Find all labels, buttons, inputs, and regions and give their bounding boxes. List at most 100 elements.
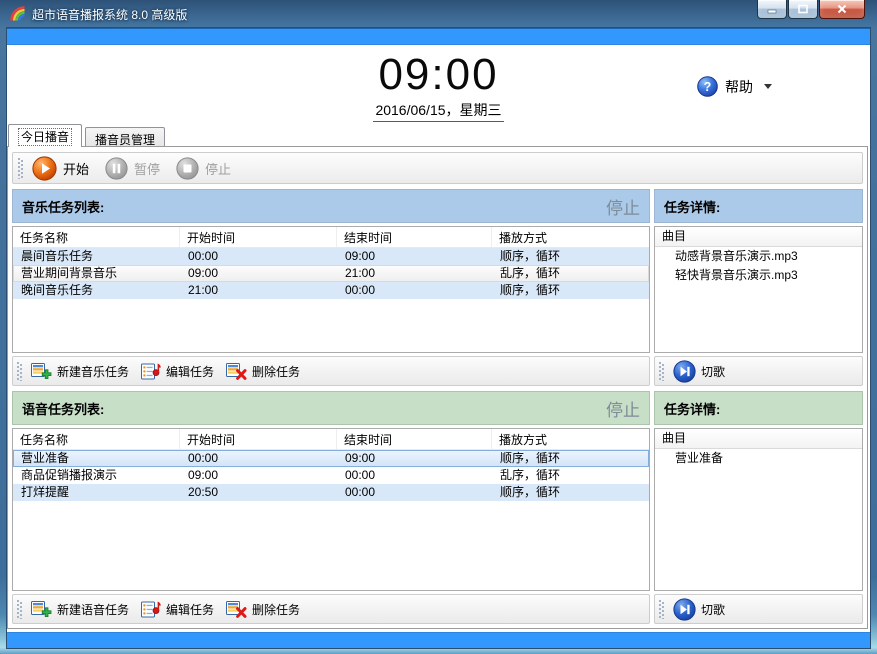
stop-label: 停止 bbox=[205, 159, 231, 178]
help-icon: ? bbox=[697, 76, 718, 97]
music-task-section: 音乐任务列表: 停止 任务名称 开始时间 结束时间 播放方式 晨间音乐 bbox=[12, 189, 863, 386]
track-item[interactable]: 营业准备 bbox=[655, 449, 862, 468]
toolbar-grip bbox=[17, 599, 22, 619]
music-skip-song-button[interactable]: 切歌 bbox=[670, 358, 731, 385]
pause-label: 暂停 bbox=[134, 159, 160, 178]
column-header-play-mode[interactable]: 播放方式 bbox=[492, 227, 649, 247]
track-item[interactable]: 轻快背景音乐演示.mp3 bbox=[655, 266, 862, 285]
cell-end-time: 09:00 bbox=[338, 249, 493, 264]
music-skip-button-bar: 切歌 bbox=[654, 356, 863, 386]
cell-end-time: 21:00 bbox=[338, 266, 493, 281]
cell-start-time: 00:00 bbox=[181, 451, 338, 466]
transport-toolbar: 开始 暂停 bbox=[12, 152, 863, 184]
date-display: 2016/06/15，星期三 bbox=[373, 100, 503, 122]
today-broadcast-page: 开始 暂停 bbox=[7, 146, 868, 629]
stop-icon bbox=[176, 157, 199, 180]
cell-start-time: 09:00 bbox=[181, 266, 338, 281]
music-track-list: 曲目 动感背景音乐演示.mp3 轻快背景音乐演示.mp3 bbox=[654, 226, 863, 353]
tab-label: 今日播音 bbox=[18, 128, 72, 146]
cell-start-time: 21:00 bbox=[181, 283, 338, 298]
titlebar[interactable]: 超市语音播报系统 8.0 高级版 bbox=[0, 0, 877, 28]
edit-voice-task-button[interactable]: 编辑任务 bbox=[138, 598, 220, 621]
start-button[interactable]: 开始 bbox=[28, 154, 99, 183]
cell-play-mode: 乱序，循环 bbox=[493, 468, 648, 483]
tab-announcer-management[interactable]: 播音员管理 bbox=[85, 127, 165, 147]
maximize-button[interactable] bbox=[788, 0, 818, 19]
voice-table-row[interactable]: 商品促销播报演示 09:00 00:00 乱序，循环 bbox=[13, 467, 649, 484]
delete-voice-task-label: 删除任务 bbox=[252, 601, 300, 618]
voice-skip-button-bar: 切歌 bbox=[654, 594, 863, 624]
pause-icon bbox=[105, 157, 128, 180]
toolbar-grip bbox=[659, 361, 664, 381]
start-play-icon bbox=[32, 156, 57, 181]
track-column-header[interactable]: 曲目 bbox=[655, 227, 862, 247]
cell-end-time: 09:00 bbox=[338, 451, 493, 466]
cell-task-name: 营业准备 bbox=[14, 451, 181, 466]
voice-table-row-selected[interactable]: 营业准备 00:00 09:00 顺序，循环 bbox=[13, 450, 649, 467]
music-table-row[interactable]: 晚间音乐任务 21:00 00:00 顺序，循环 bbox=[13, 282, 649, 299]
music-task-table: 任务名称 开始时间 结束时间 播放方式 晨间音乐任务 00:00 09:00 顺… bbox=[12, 226, 650, 353]
top-accent-bar bbox=[7, 28, 870, 45]
music-task-details-panel: 任务详情: 曲目 动感背景音乐演示.mp3 轻快背景音乐演示.mp3 bbox=[654, 189, 863, 386]
new-music-task-button[interactable]: 新建音乐任务 bbox=[28, 360, 135, 383]
cell-play-mode: 顺序，循环 bbox=[493, 451, 648, 466]
minimize-button[interactable] bbox=[757, 0, 787, 19]
cell-start-time: 00:00 bbox=[181, 249, 338, 264]
voice-skip-song-button[interactable]: 切歌 bbox=[670, 596, 731, 623]
voice-table-row[interactable]: 打烊提醒 20:50 00:00 顺序，循环 bbox=[13, 484, 649, 501]
cell-start-time: 09:00 bbox=[181, 468, 338, 483]
main-area: 09:00 2016/06/15，星期三 ? 帮助 bbox=[7, 45, 870, 632]
app-window: 超市语音播报系统 8.0 高级版 09:00 2016/06/15，星期三 bbox=[0, 0, 877, 654]
column-header-end-time[interactable]: 结束时间 bbox=[337, 227, 492, 247]
voice-task-details-panel: 任务详情: 曲目 营业准备 bbox=[654, 391, 863, 624]
column-header-task-name[interactable]: 任务名称 bbox=[13, 429, 180, 449]
voice-track-list: 曲目 营业准备 bbox=[654, 428, 863, 591]
edit-voice-task-label: 编辑任务 bbox=[166, 601, 214, 618]
delete-music-task-button[interactable]: 删除任务 bbox=[223, 360, 306, 383]
edit-music-task-button[interactable]: 编辑任务 bbox=[138, 360, 220, 383]
delete-task-icon bbox=[226, 362, 247, 381]
track-item[interactable]: 动感背景音乐演示.mp3 bbox=[655, 247, 862, 266]
voice-task-table: 任务名称 开始时间 结束时间 播放方式 营业准备 00:00 09:00 顺序，… bbox=[12, 428, 650, 591]
column-header-start-time[interactable]: 开始时间 bbox=[180, 429, 337, 449]
delete-voice-task-button[interactable]: 删除任务 bbox=[223, 598, 306, 621]
edit-task-icon bbox=[141, 362, 161, 381]
voice-status-badge: 停止 bbox=[606, 396, 640, 421]
new-voice-task-button[interactable]: 新建语音任务 bbox=[28, 598, 135, 621]
cell-task-name: 晚间音乐任务 bbox=[14, 283, 181, 298]
help-caret-icon bbox=[764, 84, 772, 89]
music-task-button-bar: 新建音乐任务 bbox=[12, 356, 650, 386]
stop-button: 停止 bbox=[172, 155, 241, 182]
start-label: 开始 bbox=[63, 159, 89, 178]
skip-song-icon bbox=[673, 360, 696, 383]
column-header-end-time[interactable]: 结束时间 bbox=[337, 429, 492, 449]
new-voice-task-label: 新建语音任务 bbox=[57, 601, 129, 618]
cell-task-name: 打烊提醒 bbox=[14, 485, 181, 500]
music-table-header-row: 任务名称 开始时间 结束时间 播放方式 bbox=[13, 227, 649, 248]
edit-task-icon bbox=[141, 600, 161, 619]
column-header-task-name[interactable]: 任务名称 bbox=[13, 227, 180, 247]
cell-task-name: 商品促销播报演示 bbox=[14, 468, 181, 483]
delete-music-task-label: 删除任务 bbox=[252, 363, 300, 380]
new-music-task-label: 新建音乐任务 bbox=[57, 363, 129, 380]
music-table-row-selected[interactable]: 营业期间背景音乐 09:00 21:00 乱序，循环 bbox=[13, 265, 649, 282]
voice-skip-song-label: 切歌 bbox=[701, 601, 725, 618]
music-section-header: 音乐任务列表: 停止 bbox=[12, 189, 650, 223]
delete-task-icon bbox=[226, 600, 247, 619]
window-controls bbox=[757, 0, 865, 19]
voice-details-title: 任务详情: bbox=[664, 399, 720, 418]
help-button[interactable]: ? 帮助 bbox=[697, 76, 772, 97]
column-header-play-mode[interactable]: 播放方式 bbox=[492, 429, 649, 449]
cell-play-mode: 顺序，循环 bbox=[493, 249, 648, 264]
cell-task-name: 营业期间背景音乐 bbox=[14, 266, 181, 281]
music-skip-song-label: 切歌 bbox=[701, 363, 725, 380]
column-header-start-time[interactable]: 开始时间 bbox=[180, 227, 337, 247]
close-button[interactable] bbox=[819, 0, 865, 19]
toolbar-grip bbox=[659, 599, 664, 619]
voice-table-header-row: 任务名称 开始时间 结束时间 播放方式 bbox=[13, 429, 649, 450]
tab-today-broadcast[interactable]: 今日播音 bbox=[8, 124, 82, 147]
cell-end-time: 00:00 bbox=[338, 485, 493, 500]
voice-task-button-bar: 新建语音任务 bbox=[12, 594, 650, 624]
track-column-header[interactable]: 曲目 bbox=[655, 429, 862, 449]
music-table-row[interactable]: 晨间音乐任务 00:00 09:00 顺序，循环 bbox=[13, 248, 649, 265]
